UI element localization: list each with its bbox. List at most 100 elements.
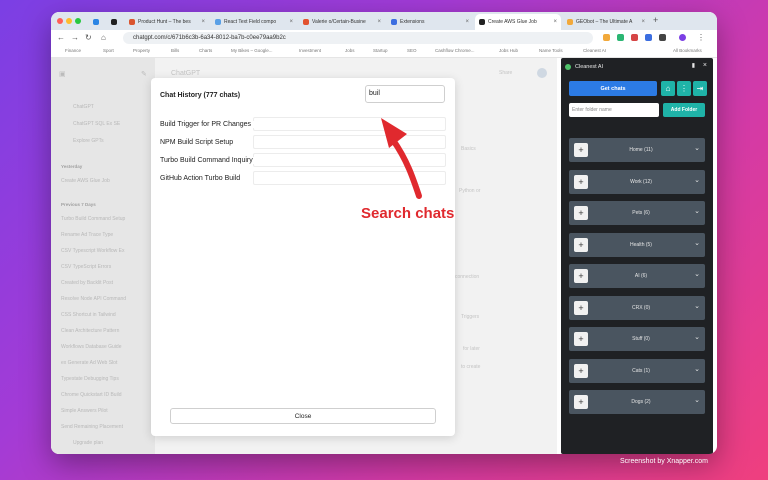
sidebar-chat-item[interactable]: Clean Architecture Pattern — [61, 328, 149, 334]
close-icon[interactable]: × — [289, 19, 293, 25]
bookmark-item[interactable]: SEO — [407, 48, 417, 53]
sidebar-chat-item[interactable]: Typestate Debugging Tips — [61, 376, 149, 382]
sidebar-chat-item[interactable]: Workflows Database Guide — [61, 344, 149, 350]
sidebar-item[interactable]: Explore GPTs — [73, 138, 161, 144]
url-input[interactable]: chatgpt.com/c/671b6c3b-6a34-8012-ba7b-c0… — [123, 32, 593, 44]
folder-item[interactable]: + Pets (6) ⌄ — [569, 201, 705, 225]
search-input[interactable]: buil — [365, 85, 445, 103]
chevron-down-icon[interactable]: ⌄ — [694, 302, 700, 310]
folder-item[interactable]: + Home (11) ⌄ — [569, 138, 705, 162]
sidebar-chat-item[interactable]: Create AWS Glue Job — [61, 178, 149, 184]
close-window-icon[interactable] — [57, 18, 63, 24]
bookmark-item[interactable]: Bills — [171, 48, 179, 53]
get-chats-button[interactable]: Get chats — [569, 81, 657, 96]
bookmark-item[interactable]: Investment — [299, 48, 321, 53]
tab-geobot[interactable]: GEObot – The Ultimate A × — [563, 14, 649, 30]
chevron-down-icon[interactable]: ⌄ — [694, 270, 700, 278]
plus-icon[interactable]: + — [574, 143, 588, 157]
bookmark-item[interactable]: Name Tools — [539, 48, 563, 53]
tab-pinned-1[interactable] — [89, 14, 105, 30]
tab-react-textfield[interactable]: React Text Field compo × — [211, 14, 297, 30]
pin-icon[interactable]: ▮ — [692, 62, 695, 69]
plus-icon[interactable]: + — [574, 269, 588, 283]
forward-icon[interactable]: → — [71, 33, 79, 42]
model-selector[interactable]: ChatGPT — [171, 70, 200, 77]
reload-icon[interactable]: ↻ — [85, 33, 92, 42]
avatar[interactable] — [679, 34, 686, 41]
sidebar-item[interactable]: ChatGPT — [73, 104, 161, 110]
minimize-window-icon[interactable] — [66, 18, 72, 24]
chevron-down-icon[interactable]: ⌄ — [694, 144, 700, 152]
plus-icon[interactable]: + — [574, 364, 588, 378]
sidebar-chat-item[interactable]: Resolve Node API Command — [61, 296, 149, 302]
back-icon[interactable]: ← — [57, 33, 65, 42]
sidebar-item[interactable]: ChatGPT SQL Ex SE — [73, 121, 161, 127]
extension-icon[interactable] — [603, 34, 610, 41]
plus-icon[interactable]: + — [574, 332, 588, 346]
plus-icon[interactable]: + — [574, 395, 588, 409]
bookmark-item[interactable]: Sport — [103, 48, 114, 53]
folder-item[interactable]: + Work (12) ⌄ — [569, 170, 705, 194]
sidebar-chat-item[interactable]: Turbo Build Command Setup — [61, 216, 149, 222]
chevron-down-icon[interactable]: ⌄ — [694, 239, 700, 247]
home-icon[interactable]: ⌂ — [661, 81, 675, 96]
close-icon[interactable]: × — [641, 19, 645, 25]
folder-item[interactable]: + Cats (1) ⌄ — [569, 359, 705, 383]
bookmark-item[interactable]: Cashflow Chrome... — [435, 48, 475, 53]
sidebar-chat-item[interactable]: CSV TypeScript Errors — [61, 264, 149, 270]
close-icon[interactable]: × — [703, 62, 707, 69]
home-icon[interactable]: ⌂ — [101, 33, 106, 42]
chevron-down-icon[interactable]: ⌄ — [694, 333, 700, 341]
close-icon[interactable]: × — [377, 19, 381, 25]
sidebar-toggle-icon[interactable]: ▣ — [59, 70, 66, 78]
tab-pinned-2[interactable] — [107, 14, 123, 30]
sidebar-chat-item[interactable]: Send Remaining Placement — [61, 424, 149, 430]
extension-icon[interactable] — [659, 34, 666, 41]
tab-product-hunt[interactable]: Product Hunt – The bes × — [125, 14, 209, 30]
chevron-down-icon[interactable]: ⌄ — [694, 207, 700, 215]
plus-icon[interactable]: + — [574, 301, 588, 315]
bookmark-item[interactable]: Jobs Hub — [499, 48, 518, 53]
bookmark-item[interactable]: Cleanest AI — [583, 48, 606, 53]
folder-item[interactable]: + Health (5) ⌄ — [569, 233, 705, 257]
tab-aws-glue[interactable]: Create AWS Glue Job × — [475, 14, 561, 30]
extension-icon[interactable] — [617, 34, 624, 41]
upgrade-plan-link[interactable]: Upgrade plan — [73, 440, 161, 446]
folder-item[interactable]: + Stuff (0) ⌄ — [569, 327, 705, 351]
add-folder-button[interactable]: Add Folder — [663, 103, 705, 117]
extension-icon[interactable] — [645, 34, 652, 41]
bookmark-item[interactable]: Finance — [65, 48, 81, 53]
chevron-down-icon[interactable]: ⌄ — [694, 365, 700, 373]
plus-icon[interactable]: + — [574, 238, 588, 252]
more-icon[interactable]: ⋮ — [677, 81, 691, 96]
chevron-down-icon[interactable]: ⌄ — [694, 176, 700, 184]
bookmark-item[interactable]: Startup — [373, 48, 388, 53]
chevron-down-icon[interactable]: ⌄ — [694, 396, 700, 404]
extension-icon[interactable] — [631, 34, 638, 41]
bookmark-item[interactable]: My Bikes – Google... — [231, 48, 273, 53]
plus-icon[interactable]: + — [574, 206, 588, 220]
bookmark-item[interactable]: Jobs — [345, 48, 355, 53]
plus-icon[interactable]: + — [574, 175, 588, 189]
sidebar-chat-item[interactable]: Chrome Quickstart ID Build — [61, 392, 149, 398]
sidebar-chat-item[interactable]: Rename Ad Trace Type — [61, 232, 149, 238]
share-button[interactable]: Share — [499, 70, 512, 76]
maximize-window-icon[interactable] — [75, 18, 81, 24]
menu-icon[interactable]: ⋮ — [697, 33, 705, 42]
sidebar-chat-item[interactable]: ex Generate Ad Web Slot — [61, 360, 149, 366]
logout-icon[interactable]: ⇥ — [693, 81, 707, 96]
close-icon[interactable]: × — [465, 19, 469, 25]
sidebar-chat-item[interactable]: CSV Typescript Workflow Ex — [61, 248, 149, 254]
bookmark-item[interactable]: All Bookmarks — [673, 48, 702, 53]
tab-valerie[interactable]: Valerie o/Certain-Busine × — [299, 14, 385, 30]
sidebar-chat-item[interactable]: CSS Shortcut in Tailwind — [61, 312, 149, 318]
folder-item[interactable]: + CRX (0) ⌄ — [569, 296, 705, 320]
close-icon[interactable]: × — [201, 19, 205, 25]
new-tab-icon[interactable]: + — [653, 15, 658, 25]
avatar[interactable] — [537, 68, 547, 78]
sidebar-chat-item[interactable]: Created by Backlit Post — [61, 280, 149, 286]
close-icon[interactable]: × — [553, 19, 557, 25]
sidebar-chat-item[interactable]: Simple Answers Pilot — [61, 408, 149, 414]
tab-extensions[interactable]: Extensions × — [387, 14, 473, 30]
new-chat-icon[interactable]: ✎ — [141, 70, 147, 78]
